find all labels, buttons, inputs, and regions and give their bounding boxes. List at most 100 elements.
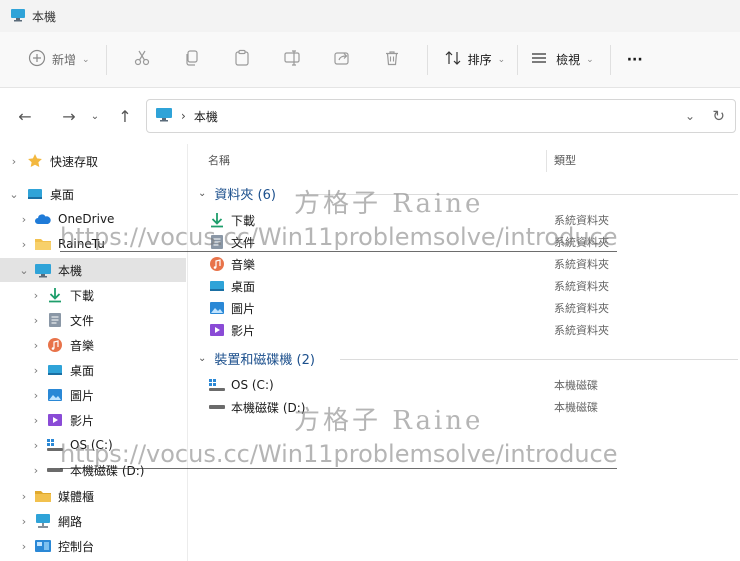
list-item[interactable]: 影片 系統資料夾	[208, 319, 738, 341]
group-header-devices[interactable]: ⌄ 裝置和磁碟機 (2)	[198, 347, 315, 369]
chevron-right-icon[interactable]: ›	[18, 515, 30, 528]
share-button[interactable]	[317, 44, 367, 76]
item-name: 音樂	[231, 257, 256, 272]
list-item[interactable]: 音樂 系統資料夾	[208, 253, 738, 275]
title-bar: 本機	[0, 0, 740, 32]
navigation-bar: ← → ⌄ ↑ › 本機 ⌄ ↻	[0, 88, 740, 144]
chevron-right-icon[interactable]: ›	[30, 339, 42, 352]
sidebar-item-network[interactable]: › 網路	[0, 509, 186, 533]
video-icon	[208, 322, 226, 338]
sidebar-item-local-disk-d[interactable]: › 本機磁碟 (D:)	[0, 458, 186, 482]
sidebar-item-documents[interactable]: › 文件	[0, 308, 186, 332]
share-icon	[333, 49, 351, 70]
list-item[interactable]: 文件 系統資料夾	[208, 231, 738, 253]
sidebar-item-label: 下載	[70, 288, 95, 303]
more-options-button[interactable]: ···	[621, 44, 649, 76]
back-button[interactable]: ←	[10, 101, 40, 131]
chevron-down-icon[interactable]: ⌄	[18, 264, 30, 277]
item-name: 文件	[231, 235, 256, 250]
list-item[interactable]: 桌面 系統資料夾	[208, 275, 738, 297]
address-bar[interactable]: › 本機 ⌄ ↻	[146, 99, 736, 133]
sidebar-item-label: OneDrive	[58, 212, 115, 226]
pc-icon	[34, 262, 52, 278]
desktop-icon	[26, 186, 44, 202]
chevron-right-icon[interactable]: ›	[30, 439, 42, 452]
chevron-right-icon[interactable]: ›	[30, 364, 42, 377]
chevron-right-icon[interactable]: ›	[30, 464, 42, 477]
cut-button[interactable]	[117, 44, 167, 76]
picture-icon	[208, 300, 226, 316]
list-item[interactable]: 圖片 系統資料夾	[208, 297, 738, 319]
list-item[interactable]: 本機磁碟 (D:) 本機磁碟	[208, 396, 738, 418]
desktop-icon	[208, 278, 226, 294]
download-icon	[208, 212, 226, 228]
chevron-right-icon[interactable]: ›	[18, 490, 30, 503]
breadcrumb-this-pc[interactable]: 本機	[194, 108, 218, 125]
sidebar-item-pictures[interactable]: › 圖片	[0, 383, 186, 407]
chevron-right-icon[interactable]: ›	[18, 213, 30, 226]
chevron-right-icon[interactable]: ›	[18, 540, 30, 553]
chevron-down-icon[interactable]: ⌄	[8, 188, 20, 201]
group-divider	[340, 359, 738, 360]
list-item[interactable]: OS (C:) 本機磁碟	[208, 374, 738, 396]
toolbar-divider	[426, 44, 428, 75]
sidebar-item-desktop-root[interactable]: ⌄ 桌面	[0, 182, 186, 206]
new-button-label: 新增	[52, 53, 77, 67]
sidebar-item-videos[interactable]: › 影片	[0, 408, 186, 432]
sidebar-item-rainetu[interactable]: › RaineTu	[0, 232, 186, 256]
chevron-right-icon[interactable]: ›	[30, 389, 42, 402]
list-item[interactable]: 下載 系統資料夾	[208, 209, 738, 231]
address-history-dropdown[interactable]: ⌄	[685, 109, 695, 123]
view-button[interactable]: 檢視 ⌄	[524, 44, 600, 76]
up-button[interactable]: ↑	[110, 101, 140, 131]
sidebar-item-libraries[interactable]: › 媒體櫃	[0, 484, 186, 508]
sidebar-item-os-c[interactable]: › OS (C:)	[0, 433, 186, 457]
column-header-type[interactable]: 類型	[554, 144, 734, 176]
refresh-button[interactable]: ↻	[712, 107, 725, 125]
rename-button[interactable]	[267, 44, 317, 76]
delete-button[interactable]	[367, 44, 417, 76]
sidebar-item-label: 媒體櫃	[58, 489, 95, 504]
sort-button[interactable]: 排序 ⌄	[438, 44, 512, 76]
trash-icon	[383, 49, 401, 70]
new-button[interactable]: 新增 ⌄	[22, 44, 96, 76]
copy-button[interactable]	[167, 44, 217, 76]
item-type: 系統資料夾	[554, 280, 609, 293]
group-divider	[300, 194, 738, 195]
sidebar-item-music[interactable]: › 音樂	[0, 333, 186, 357]
sidebar-item-desktop[interactable]: › 桌面	[0, 358, 186, 382]
chevron-right-icon: ›	[181, 109, 186, 123]
os-drive-icon	[208, 377, 226, 393]
arrow-right-icon: →	[62, 106, 76, 126]
sidebar-item-downloads[interactable]: › 下載	[0, 283, 186, 307]
column-divider[interactable]	[546, 150, 547, 172]
chevron-right-icon[interactable]: ›	[30, 314, 42, 327]
chevron-right-icon[interactable]: ›	[18, 238, 30, 251]
sidebar-item-quick-access[interactable]: › 快速存取	[0, 149, 186, 173]
forward-button[interactable]: →	[54, 101, 84, 131]
desktop-icon	[46, 362, 64, 378]
paste-button[interactable]	[217, 44, 267, 76]
sidebar-item-label: OS (C:)	[70, 438, 113, 452]
chevron-down-icon: ⌄	[198, 352, 207, 364]
sidebar-item-this-pc[interactable]: ⌄ 本機	[0, 258, 186, 282]
folder-icon	[34, 236, 52, 252]
chevron-right-icon[interactable]: ›	[30, 414, 42, 427]
document-icon	[208, 234, 226, 250]
chevron-right-icon[interactable]: ›	[8, 155, 20, 168]
group-title: 裝置和磁碟機 (2)	[214, 352, 315, 368]
sidebar-item-onedrive[interactable]: › OneDrive	[0, 207, 186, 231]
view-button-label: 檢視	[556, 53, 581, 67]
sort-arrows-icon	[444, 49, 462, 70]
group-header-folders[interactable]: ⌄ 資料夾 (6)	[198, 182, 276, 204]
recent-locations-button[interactable]: ⌄	[86, 101, 104, 131]
toolbar-divider	[609, 44, 611, 75]
sidebar-item-control-panel[interactable]: › 控制台	[0, 534, 186, 558]
rename-icon	[283, 49, 301, 70]
chevron-right-icon[interactable]: ›	[30, 289, 42, 302]
sidebar-item-label: 快速存取	[50, 154, 99, 169]
command-bar: 新增 ⌄ 排序 ⌄ 檢視 ⌄ ···	[0, 32, 740, 88]
item-name: 桌面	[231, 279, 256, 294]
pc-icon	[10, 8, 26, 25]
column-header-name[interactable]: 名稱	[208, 144, 548, 176]
